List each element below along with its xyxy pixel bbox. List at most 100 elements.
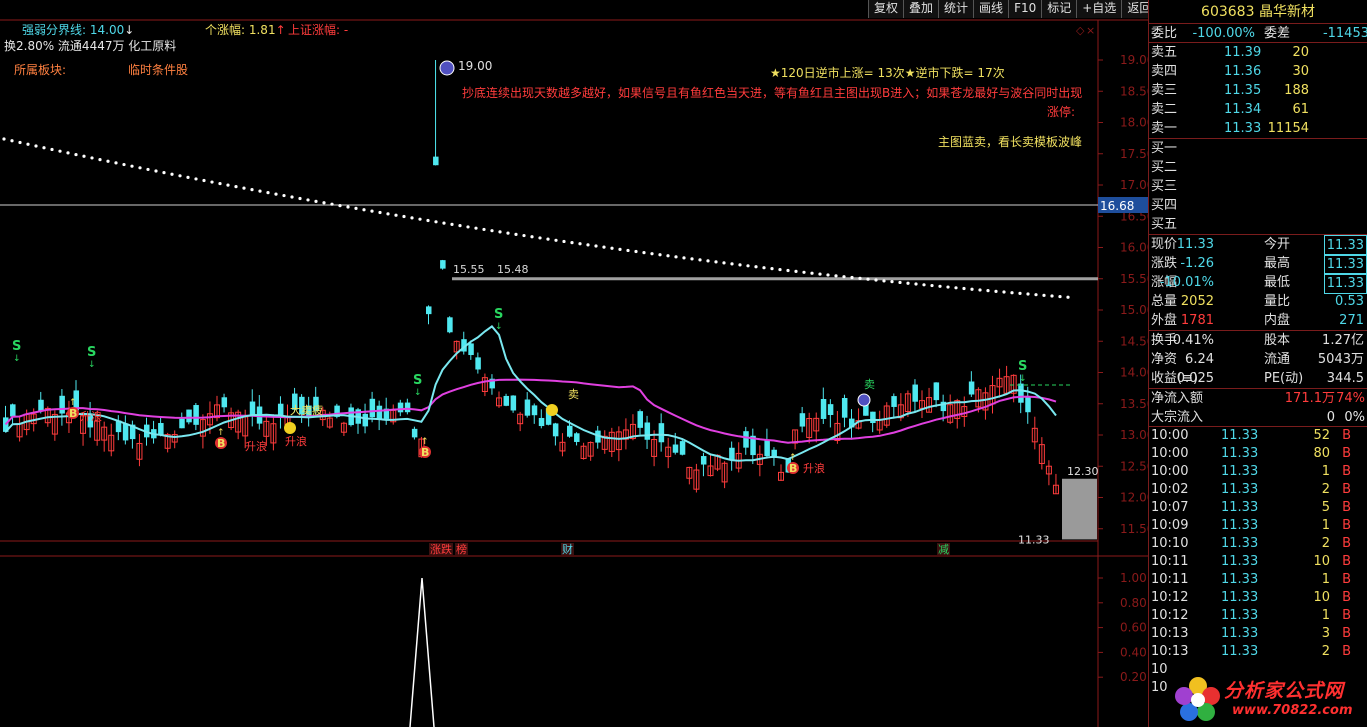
stat-row: 外盘 1781 内盘 271 [1149, 311, 1367, 330]
trend-dot [778, 267, 782, 272]
stat-row: 总量 2052 量比 0.53 [1149, 292, 1367, 311]
stat-row: 涨幅 -10.01% 最低 11.33 [1149, 273, 1367, 294]
candle-body [729, 447, 735, 460]
bid-level-row[interactable]: 买二 [1149, 158, 1367, 177]
tick-list[interactable]: 10:00 11.33 52 B 10:00 11.33 80 B 10:00 11.33 1 B 10… [1149, 427, 1367, 697]
bid-level-row[interactable]: 买一 [1149, 139, 1367, 158]
trend-dot [618, 247, 622, 251]
tick-time: 10:13 [1151, 644, 1189, 659]
stat-label: 最高 [1264, 256, 1291, 271]
candle-body [1025, 397, 1031, 413]
close-pane-icon[interactable]: × [1086, 24, 1095, 37]
stat-label: 净资 [1151, 352, 1178, 367]
trend-dot [82, 154, 86, 158]
bottom-fishing-hint: 抄底连续出现天数越多越好，如果信号且有鱼红色当天进，等有鱼红且主图出现B进入；如… [462, 86, 1083, 100]
draw-line-button[interactable]: 画线 [973, 0, 1009, 18]
ask-price: 11.35 [1224, 83, 1262, 98]
diamond-icon[interactable]: ◇ [1076, 24, 1085, 37]
statistics-button[interactable]: 统计 [938, 0, 974, 18]
bid-level-row[interactable]: 买五 [1149, 215, 1367, 234]
trend-dot [114, 161, 118, 165]
stat-value: 271 [1339, 313, 1364, 328]
ask-levels: 卖五 11.39 20 卖四 11.36 30 卖三 11.35 188 卖二 11.34 61 卖一 1… [1149, 43, 1367, 139]
trend-dot [946, 285, 950, 289]
weicha-value: -11453 [1322, 26, 1367, 41]
trend-dot [226, 183, 230, 187]
weibi-value: -100.00% [1192, 26, 1255, 41]
trend-dot [994, 289, 998, 293]
trend-dot [354, 206, 358, 210]
kline-chart[interactable]: ◇×19.0018.5018.0017.5017.0016.5016.0015.… [0, 0, 1148, 727]
tick-time: 10:00 [1151, 464, 1189, 479]
down-arrow-icon: ↓ [88, 360, 96, 370]
ask-level-row[interactable]: 卖三 11.35 188 [1149, 81, 1367, 100]
s-signal-marker: S [1018, 359, 1027, 374]
trend-dot [370, 209, 374, 213]
tick-row: 10:10 11.33 2 B [1149, 535, 1367, 553]
ask-level-row[interactable]: 卖四 11.36 30 [1149, 62, 1367, 81]
trend-dot [306, 198, 310, 202]
level-high-label: 15.48 [497, 263, 529, 276]
trend-dot [930, 283, 934, 288]
candle-body [870, 411, 876, 424]
bid-level-row[interactable]: 买四 [1149, 196, 1367, 215]
quote-stats: 现价 11.33 今开 11.33 涨跌 -1.26 最高 11.33 涨幅 -10.01% 最低 1… [1149, 235, 1367, 331]
ask-level-row[interactable]: 卖五 11.39 20 [1149, 43, 1367, 62]
trend-dot [682, 256, 686, 260]
price-tick-label: 18.00 [1120, 116, 1148, 130]
trend-dot [570, 241, 574, 245]
down-arrow-icon: ↓ [13, 354, 21, 364]
trend-dot [250, 188, 254, 192]
candle-body [186, 409, 192, 423]
trend-dot [138, 166, 142, 170]
condition-stock-label: 临时条件股 [128, 63, 189, 77]
ask-level-row[interactable]: 卖二 11.34 61 [1149, 100, 1367, 119]
trend-dot [274, 192, 278, 196]
stat-label: 量比 [1264, 294, 1291, 309]
stat-row: 换手 0.41% 股本 1.27亿 [1149, 331, 1367, 350]
trend-dot [434, 220, 438, 224]
tick-direction: B [1342, 626, 1351, 641]
event-label: 财 [562, 542, 573, 556]
trend-dot [858, 276, 862, 280]
trend-dot [730, 262, 734, 266]
sell-marker-icon [857, 393, 871, 407]
candle-body [799, 413, 806, 427]
tick-time: 10:09 [1151, 518, 1189, 533]
trend-dot [754, 265, 758, 269]
trend-dot [266, 191, 270, 195]
kline-chart-area[interactable]: ◇×19.0018.5018.0017.5017.0016.5016.0015.… [0, 0, 1148, 727]
tick-volume: 1 [1321, 572, 1330, 587]
stat-label: 流通 [1264, 352, 1291, 367]
ask-level-row[interactable]: 卖一 11.33 11154 [1149, 119, 1367, 138]
trend-dot [530, 235, 534, 239]
candle-body [440, 260, 446, 269]
mark-button[interactable]: 标记 [1041, 0, 1077, 18]
stat-label: 总量 [1151, 294, 1178, 309]
stat-label: 外盘 [1151, 313, 1178, 328]
candle-body [433, 156, 439, 166]
trend-dot [498, 230, 502, 234]
up-arrow-icon: ↑ [275, 23, 286, 37]
add-watchlist-button[interactable]: +自选 [1076, 0, 1122, 18]
tick-row: 10:12 11.33 1 B [1149, 607, 1367, 625]
f10-button[interactable]: F10 [1008, 0, 1042, 18]
trend-dot [690, 257, 694, 261]
tick-row: 10:07 11.33 5 B [1149, 499, 1367, 517]
price-tick-label: 11.50 [1120, 522, 1148, 536]
trend-dot [634, 249, 638, 254]
trend-dot [42, 146, 46, 150]
candle-body [820, 399, 827, 419]
bid-level-row[interactable]: 买三 [1149, 177, 1367, 196]
tick-direction: B [1342, 518, 1351, 533]
overlay-button[interactable]: 叠加 [903, 0, 939, 18]
stock-change-label: 个涨幅: 1.81↑ [205, 21, 286, 38]
tick-price: 11.33 [1221, 428, 1259, 443]
turnover-info: 换2.80% 流通4447万 化工原料 [4, 39, 177, 53]
fuquan-button[interactable]: 复权 [868, 0, 904, 18]
tick-volume: 2 [1321, 536, 1330, 551]
stat-value: 1.27亿 [1322, 333, 1364, 348]
trend-dot [466, 225, 470, 229]
trend-dot [162, 171, 166, 175]
tick-direction: B [1342, 482, 1351, 497]
